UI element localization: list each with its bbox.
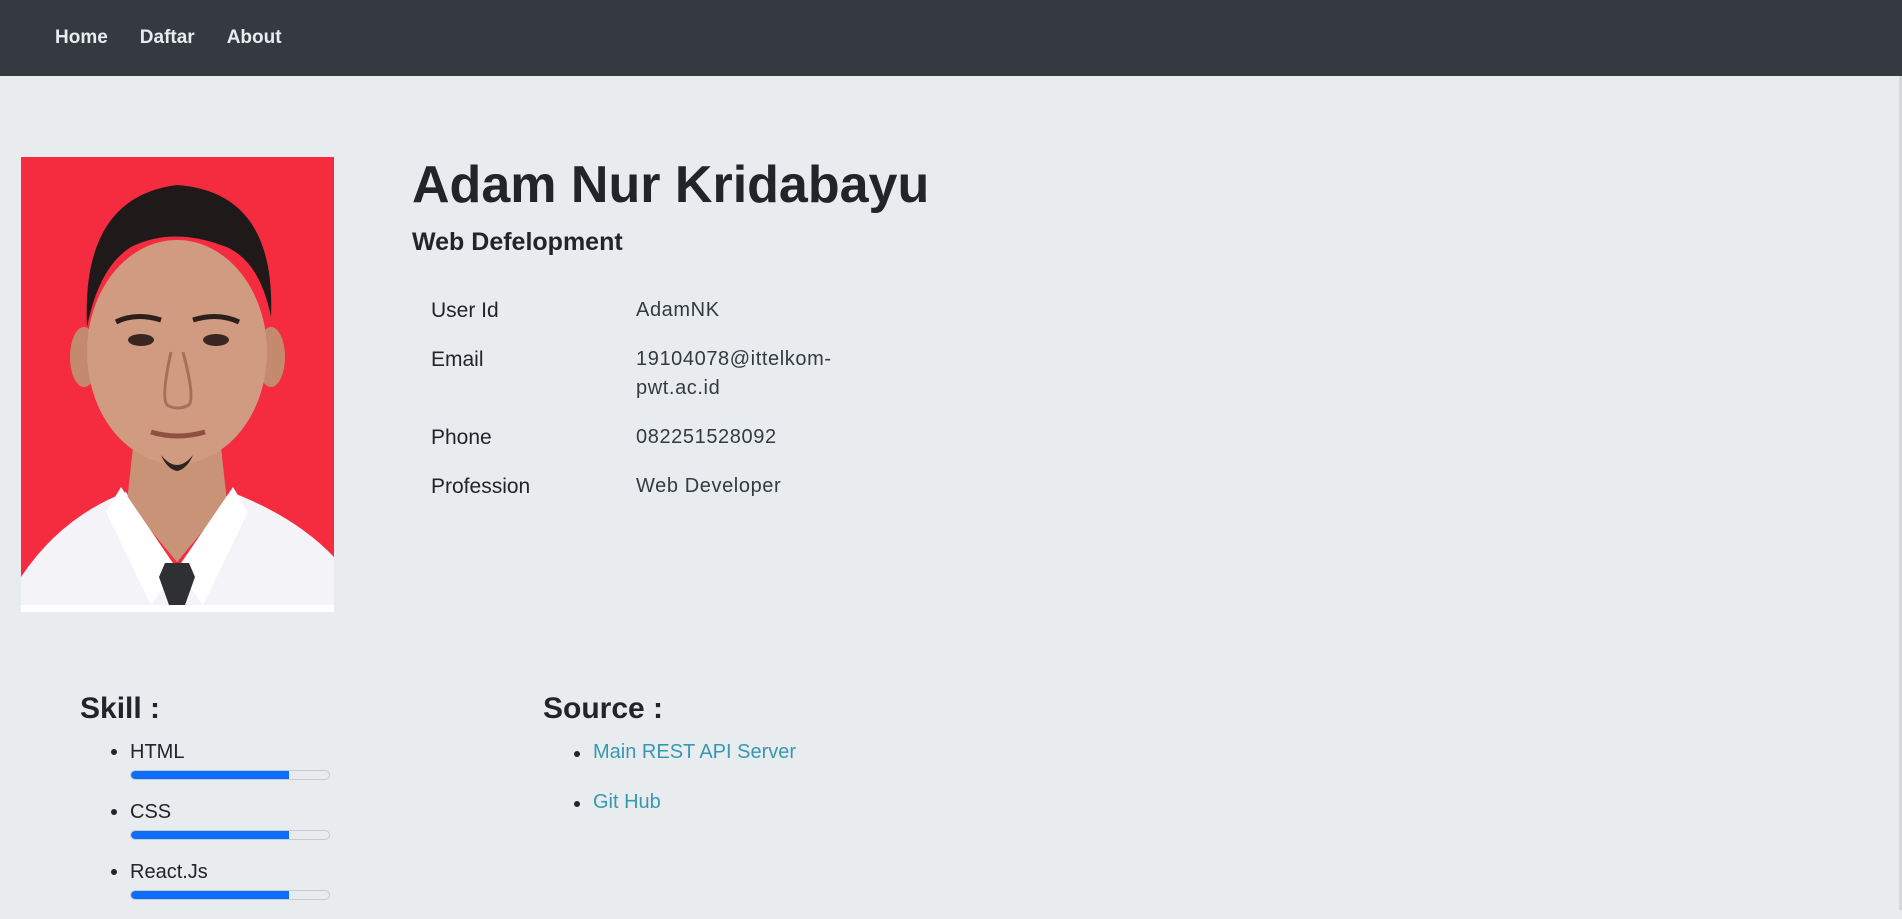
skill-label: CSS xyxy=(130,801,172,823)
info-row-user-id: User Id AdamNK xyxy=(431,296,836,325)
profile-photo xyxy=(21,157,334,612)
progress-fill xyxy=(131,831,290,839)
skill-heading: Skill : xyxy=(80,692,161,725)
profile-info-table: User Id AdamNK Email 19104078@ittelkom-p… xyxy=(431,296,836,521)
skill-item-html: HTML xyxy=(111,739,330,799)
skill-item-reactjs: React.Js xyxy=(111,859,330,919)
skill-list: HTML CSS React.Js xyxy=(111,739,330,919)
info-row-phone: Phone 082251528092 xyxy=(431,423,836,452)
nav-about-link[interactable]: About xyxy=(227,27,282,49)
progress-fill xyxy=(131,771,290,779)
bullet xyxy=(111,869,117,875)
info-value: Web Developer xyxy=(636,475,782,497)
skill-item-css: CSS xyxy=(111,799,330,859)
source-list: Main REST API Server Git Hub xyxy=(574,739,796,839)
skill-progress-bar xyxy=(130,890,330,900)
source-item: Git Hub xyxy=(574,789,796,839)
skill-label: HTML xyxy=(130,741,185,763)
bullet xyxy=(574,751,580,757)
bullet xyxy=(111,809,117,815)
info-label: Email xyxy=(431,348,484,371)
info-label: Profession xyxy=(431,475,531,498)
info-value: 082251528092 xyxy=(636,426,777,448)
info-value: 19104078@ittelkom-pwt.ac.id xyxy=(636,348,832,399)
profile-subtitle: Web Defelopment xyxy=(412,228,623,256)
github-link[interactable]: Git Hub xyxy=(593,791,661,813)
source-item: Main REST API Server xyxy=(574,739,796,789)
navbar: Home Daftar About xyxy=(0,0,1902,76)
bullet xyxy=(111,749,117,755)
info-row-profession: Profession Web Developer xyxy=(431,472,836,501)
source-heading: Source : xyxy=(543,692,664,725)
skill-progress-bar xyxy=(130,830,330,840)
nav-home-link[interactable]: Home xyxy=(55,27,108,49)
skill-progress-bar xyxy=(130,770,330,780)
info-row-email: Email 19104078@ittelkom-pwt.ac.id xyxy=(431,345,836,403)
info-value: AdamNK xyxy=(636,299,720,321)
skill-label: React.Js xyxy=(130,861,208,883)
main-rest-api-link[interactable]: Main REST API Server xyxy=(593,741,796,763)
progress-fill xyxy=(131,891,290,899)
nav-daftar-link[interactable]: Daftar xyxy=(140,27,195,49)
bullet xyxy=(574,801,580,807)
info-label: User Id xyxy=(431,299,499,322)
profile-name: Adam Nur Kridabayu xyxy=(412,156,930,214)
info-label: Phone xyxy=(431,426,492,449)
